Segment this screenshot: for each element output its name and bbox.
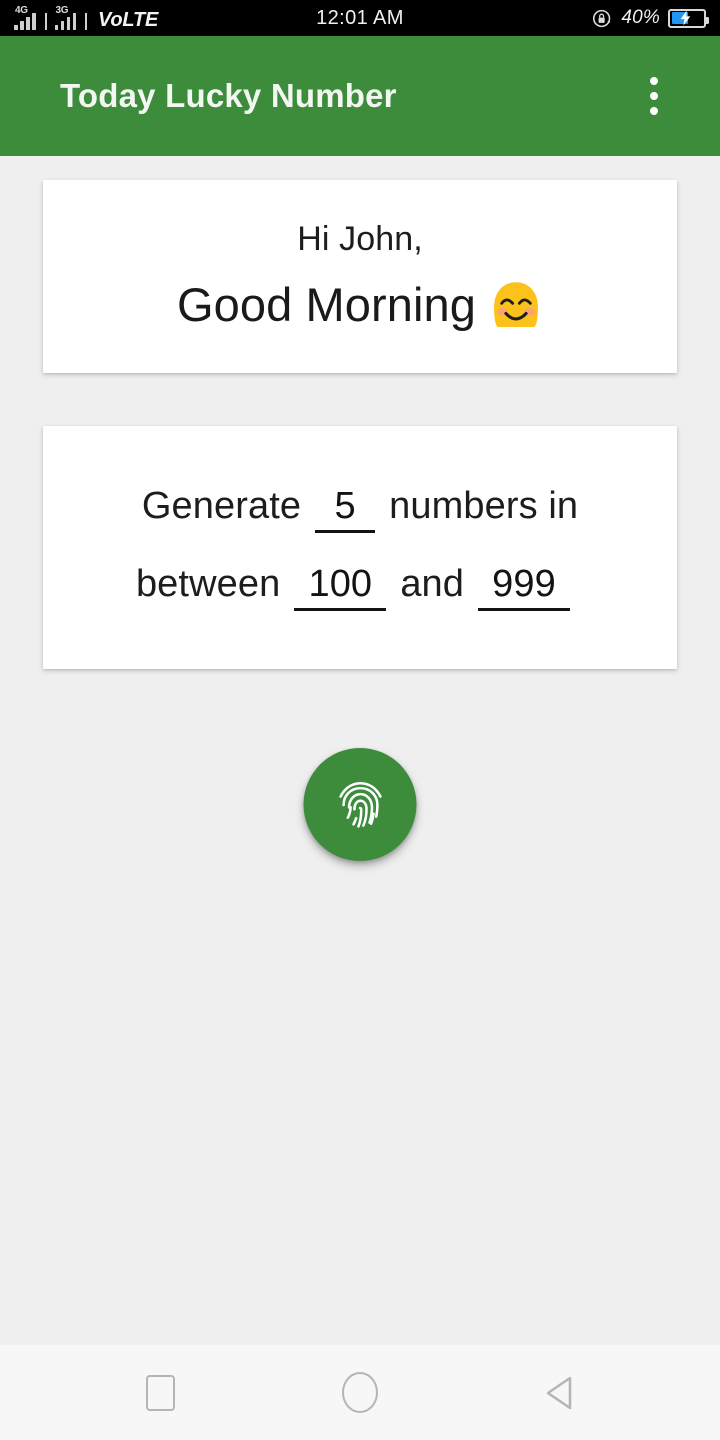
generator-row-1: Generate 5 numbers in	[142, 485, 578, 533]
charging-bolt-icon	[680, 10, 691, 26]
android-navigation-bar	[0, 1345, 720, 1440]
and-label: and	[400, 562, 465, 605]
battery-percent-label: 40%	[621, 7, 660, 28]
rotation-lock-icon	[592, 8, 613, 29]
back-triangle-icon	[546, 1376, 572, 1409]
greeting-salutation: Hi John,	[297, 219, 423, 258]
more-vertical-icon[interactable]	[628, 70, 680, 122]
volte-suffix: LTE	[122, 9, 159, 31]
greeting-message-row: Good Morning	[177, 278, 543, 332]
numbers-in-label: numbers in	[389, 484, 579, 527]
status-bar-right: 40%	[592, 7, 709, 29]
fingerprint-icon	[338, 781, 382, 828]
page-title: Today Lucky Number	[60, 77, 397, 114]
volte-label: VoLTE	[98, 10, 158, 30]
greeting-message: Good Morning	[176, 278, 477, 331]
home-circle-icon	[342, 1372, 378, 1413]
network-type-label-4g: 4G	[15, 5, 28, 16]
phone-screen: 4G 3G VoLTE 12:01 AM 40% Today Lucky Num…	[0, 0, 720, 1440]
signal-indicator-3g: 3G	[54, 5, 76, 30]
status-bar: 4G 3G VoLTE 12:01 AM 40%	[0, 0, 720, 36]
signal-separator	[44, 13, 47, 30]
home-button[interactable]	[323, 1356, 397, 1430]
max-input[interactable]: 999	[478, 565, 571, 611]
smiling-face-with-smiling-eyes-emoji	[494, 281, 538, 327]
greeting-card: Hi John, Good Morning	[43, 180, 677, 373]
generate-fab-button[interactable]	[303, 748, 417, 861]
volte-prefix: Vo	[98, 9, 123, 31]
battery-charging-icon	[668, 8, 709, 28]
signal-separator-2	[85, 13, 87, 30]
network-type-label-3g: 3G	[55, 5, 69, 16]
signal-indicator-4g: 4G	[14, 6, 36, 30]
main-content: Hi John, Good Morning Generate 5 numbers…	[0, 156, 720, 1345]
back-button[interactable]	[523, 1356, 597, 1430]
between-label: between	[135, 562, 281, 605]
signal-bars-3g-icon	[54, 13, 76, 30]
app-bar: Today Lucky Number	[0, 36, 720, 156]
status-bar-left: 4G 3G VoLTE	[14, 6, 158, 30]
min-input[interactable]: 100	[294, 565, 387, 611]
count-input[interactable]: 5	[315, 487, 376, 533]
generator-row-2: between 100 and 999	[136, 563, 584, 611]
signal-bars-4g-icon	[14, 13, 36, 30]
recents-square-icon	[145, 1374, 175, 1411]
recents-button[interactable]	[123, 1356, 197, 1430]
generate-label: Generate	[141, 484, 302, 527]
generator-card: Generate 5 numbers in between 100 and 99…	[43, 426, 677, 669]
